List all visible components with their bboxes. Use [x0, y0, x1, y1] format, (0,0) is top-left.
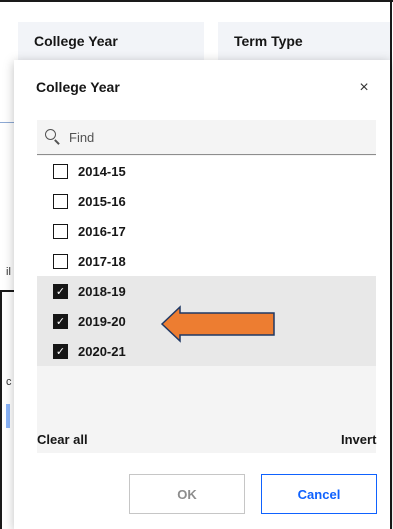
clear-all-link[interactable]: Clear all — [37, 432, 88, 447]
checkbox[interactable] — [53, 223, 68, 239]
background-divider — [0, 122, 14, 123]
search-icon — [45, 129, 61, 145]
annotation-arrow-icon — [160, 305, 275, 343]
checkmark-icon: ✓ — [55, 284, 66, 298]
college-year-filter-label: College Year — [34, 33, 118, 49]
option-2015-16[interactable]: 2015-16 — [37, 186, 376, 216]
option-label: 2019-20 — [78, 313, 126, 329]
close-button[interactable]: × — [352, 76, 376, 100]
option-label: 2020-21 — [78, 343, 126, 359]
frame-left-border-vertical — [0, 290, 2, 529]
checkbox[interactable] — [53, 253, 68, 269]
search-field — [37, 120, 376, 155]
checkbox-checked[interactable]: ✓ — [53, 343, 68, 359]
checkmark-icon: ✓ — [55, 314, 66, 328]
college-year-dialog: College Year × 2014-15 2015-16 2016-17 — [14, 60, 390, 529]
invert-link[interactable]: Invert — [341, 432, 376, 447]
option-label: 2017-18 — [78, 253, 126, 269]
checkbox[interactable] — [53, 163, 68, 179]
checkbox-checked[interactable]: ✓ — [53, 313, 68, 329]
cancel-button[interactable]: Cancel — [261, 474, 377, 514]
option-label: 2016-17 — [78, 223, 126, 239]
term-type-filter[interactable]: Term Type — [218, 22, 390, 60]
checkbox[interactable] — [53, 193, 68, 209]
checkbox-checked[interactable]: ✓ — [53, 283, 68, 299]
option-label: 2014-15 — [78, 163, 126, 179]
option-label: 2018-19 — [78, 283, 126, 299]
term-type-filter-label: Term Type — [234, 33, 303, 49]
ok-button[interactable]: OK — [129, 474, 245, 514]
college-year-filter[interactable]: College Year — [18, 22, 204, 60]
option-label: 2015-16 — [78, 193, 126, 209]
dialog-title: College Year — [36, 79, 120, 95]
close-icon: × — [359, 79, 369, 96]
background-highlight — [6, 404, 10, 428]
frame-top-border — [0, 0, 393, 2]
option-2018-19[interactable]: ✓ 2018-19 — [37, 276, 376, 306]
background-text-fragment: il — [6, 266, 11, 278]
annotation-arrow-shape — [160, 305, 275, 343]
search-input[interactable] — [69, 129, 349, 145]
option-2017-18[interactable]: 2017-18 — [37, 246, 376, 276]
frame-right-border — [390, 0, 392, 529]
options-panel: 2014-15 2015-16 2016-17 2017-18 ✓ 2018-1… — [37, 120, 376, 453]
checkmark-icon: ✓ — [55, 344, 66, 358]
frame-left-border — [0, 290, 14, 292]
option-2014-15[interactable]: 2014-15 — [37, 156, 376, 186]
option-2016-17[interactable]: 2016-17 — [37, 216, 376, 246]
background-text-fragment: c — [6, 376, 12, 388]
